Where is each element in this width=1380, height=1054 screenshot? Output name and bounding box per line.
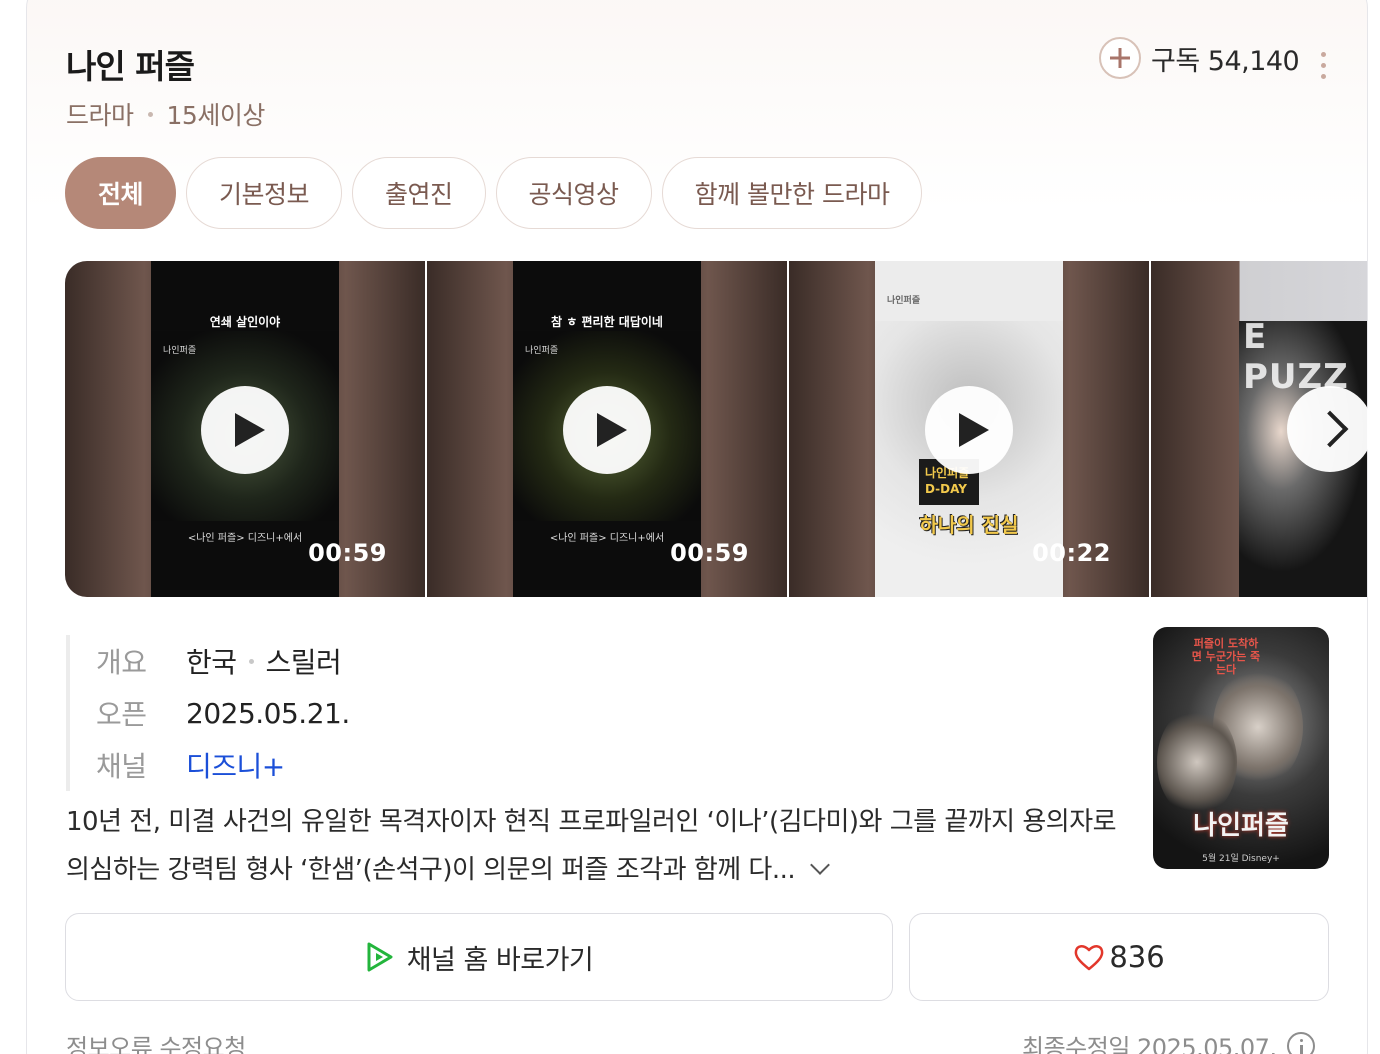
synopsis-text: 10년 전, 미결 사건의 유일한 목격자이자 현직 프로파일러인 ‘이나’(김…	[66, 807, 1117, 885]
last-modified-text: 최종수정일 2025.05.07.	[1022, 1034, 1277, 1054]
video-caption: 연쇄 살인이야	[209, 315, 281, 329]
last-modified: 최종수정일 2025.05.07.	[1022, 1028, 1315, 1054]
carousel-next-icon[interactable]	[1287, 386, 1373, 472]
play-icon[interactable]	[201, 386, 289, 474]
info-row-channel: 채널 디즈니+	[96, 739, 350, 791]
synopsis: 10년 전, 미결 사건의 유일한 목격자이자 현직 프로파일러인 ‘이나’(김…	[66, 798, 1136, 894]
tab-related-dramas[interactable]: 함께 볼만한 드라마	[661, 157, 923, 229]
video-card[interactable]: 연쇄 살인이야 나인퍼즐 <나인 퍼즐> 디즈니+에서 00:59	[65, 261, 425, 597]
info-list: 개요 한국 스릴러 오픈 2025.05.21. 채널 디즈니+	[66, 635, 350, 791]
tab-official-videos[interactable]: 공식영상	[495, 157, 652, 229]
report-error-link[interactable]: 정보오류 수정요청	[66, 1028, 246, 1054]
more-dot	[1321, 63, 1326, 68]
channel-home-button[interactable]: 채널 홈 바로가기	[65, 913, 893, 1001]
poster-tagline: 퍼즐이 도착하면 누군가는 죽는다	[1191, 637, 1261, 676]
more-options-icon[interactable]	[1314, 50, 1332, 82]
subscribe-button[interactable]: 구독 54,140	[1099, 37, 1300, 79]
video-headline: 하나의 진실	[919, 513, 1019, 537]
like-count: 836	[1109, 940, 1165, 974]
subscribe-count: 구독 54,140	[1151, 45, 1300, 77]
backdrop-text: E PUZZ	[1243, 317, 1349, 397]
info-row-open: 오픈 2025.05.21.	[96, 687, 350, 739]
video-duration: 00:59	[308, 539, 387, 567]
video-carousel: 연쇄 살인이야 나인퍼즐 <나인 퍼즐> 디즈니+에서 00:59 참 ㅎ 편리…	[65, 261, 1367, 597]
video-logo: 나인퍼즐	[163, 346, 197, 356]
more-dot	[1321, 74, 1326, 79]
drama-meta: 드라마 15세이상	[66, 96, 265, 132]
genre-text: 드라마	[66, 101, 134, 130]
play-outline-icon	[367, 942, 393, 972]
info-label: 오픈	[96, 698, 147, 731]
country-text: 한국	[186, 646, 237, 679]
video-logo: 나인퍼즐	[887, 296, 921, 306]
info-icon[interactable]	[1286, 1031, 1315, 1054]
genre-value: 스릴러	[265, 646, 342, 679]
poster-footer: 5월 21일 Disney+	[1202, 854, 1280, 864]
more-dot	[1321, 52, 1326, 57]
play-icon[interactable]	[925, 386, 1013, 474]
video-caption: 참 ㅎ 편리한 대답이네	[551, 315, 663, 329]
like-button[interactable]: 836	[909, 913, 1329, 1001]
video-logo: 나인퍼즐	[525, 346, 559, 356]
tab-basic-info[interactable]: 기본정보	[186, 157, 343, 229]
video-card[interactable]: 나인퍼즐 나인퍼즐 D-DAY 하나의 진실 00:22	[789, 261, 1149, 597]
plus-icon	[1099, 37, 1141, 79]
poster-image[interactable]: 퍼즐이 도착하면 누군가는 죽는다 나인퍼즐 5월 21일 Disney+	[1153, 627, 1329, 869]
poster-title: 나인퍼즐	[1193, 811, 1289, 841]
play-icon[interactable]	[563, 386, 651, 474]
video-card[interactable]: 참 ㅎ 편리한 대답이네 나인퍼즐 <나인 퍼즐> 디즈니+에서 00:59	[427, 261, 787, 597]
separator-dot	[248, 658, 254, 664]
page-title[interactable]: 나인 퍼즐	[66, 40, 195, 88]
heart-icon	[1074, 945, 1104, 971]
info-value: 한국 스릴러	[186, 641, 342, 681]
info-label: 채널	[96, 750, 147, 783]
info-row-overview: 개요 한국 스릴러	[96, 635, 350, 687]
channel-link[interactable]: 디즈니+	[186, 745, 285, 785]
open-date: 2025.05.21.	[186, 696, 350, 730]
video-duration: 00:59	[670, 539, 749, 567]
info-label: 개요	[96, 646, 147, 679]
video-duration: 00:22	[1032, 539, 1111, 567]
poster-face	[1157, 707, 1237, 817]
separator-dot	[147, 111, 153, 117]
channel-home-label: 채널 홈 바로가기	[406, 944, 594, 976]
chevron-down-icon[interactable]	[810, 855, 831, 875]
rating-text: 15세이상	[166, 101, 266, 130]
tab-cast[interactable]: 출연진	[352, 157, 486, 229]
tab-bar: 전체 기본정보 출연진 공식영상 함께 볼만한 드라마	[65, 157, 923, 229]
tab-all[interactable]: 전체	[65, 157, 177, 229]
